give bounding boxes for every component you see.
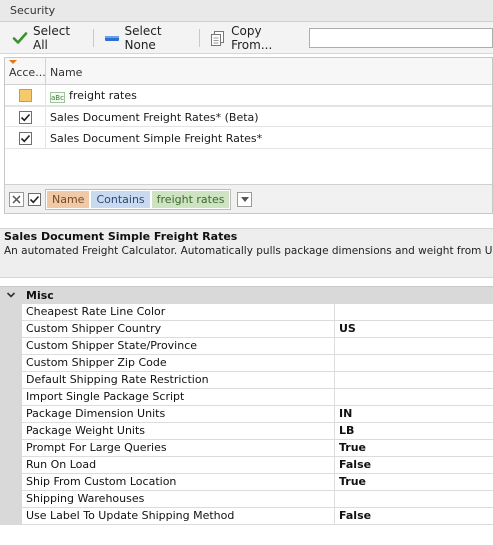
toolbar-separator [92, 28, 94, 47]
grid-header: Acce... Name [5, 58, 492, 85]
filter-expression[interactable]: Name Contains freight rates [45, 188, 232, 210]
description-panel: Sales Document Simple Freight Rates An a… [0, 228, 493, 278]
filter-cell-access[interactable] [5, 85, 46, 105]
copy-from-button[interactable]: Copy From... [206, 23, 303, 52]
property-row[interactable]: Ship From Custom Location True [22, 474, 493, 491]
text-filter-icon: aBc [50, 92, 65, 103]
description-title: Sales Document Simple Freight Rates [4, 230, 238, 243]
property-value[interactable]: True [339, 474, 366, 490]
clear-filter-button[interactable] [9, 191, 24, 207]
property-row[interactable]: Package Weight Units LB [22, 423, 493, 440]
property-value[interactable]: False [339, 508, 371, 524]
security-search-input[interactable] [308, 27, 493, 48]
row-name: Sales Document Simple Freight Rates* [50, 132, 263, 145]
property-grid-gutter [0, 304, 22, 525]
property-name: Run On Load [22, 457, 335, 473]
filter-operator-chip[interactable]: Contains [91, 190, 150, 208]
toolbar-separator [199, 28, 201, 47]
filter-checkbox[interactable] [19, 89, 32, 102]
security-toolbar: Select All Select None Copy From... [0, 22, 493, 54]
property-name: Ship From Custom Location [22, 474, 335, 490]
filter-value-chip[interactable]: freight rates [151, 190, 230, 208]
property-value[interactable]: False [339, 457, 371, 473]
security-grid: Acce... Name aBc freight rates Sales Docu… [4, 57, 493, 214]
column-header-access[interactable]: Acce... [5, 58, 46, 85]
property-grid: Misc Cheapest Rate Line Color Custom Shi… [0, 286, 493, 525]
access-cell [5, 128, 46, 148]
auto-filter-row: aBc freight rates [5, 85, 492, 106]
chevron-down-icon[interactable] [6, 290, 16, 300]
access-cell [5, 107, 46, 126]
access-checkbox[interactable] [19, 132, 32, 145]
select-none-button[interactable]: Select None [100, 23, 194, 52]
description-text: An automated Freight Calculator. Automat… [4, 245, 493, 257]
table-row[interactable]: Sales Document Freight Rates* (Beta) [5, 106, 492, 127]
property-row[interactable]: Shipping Warehouses [22, 491, 493, 508]
chevron-down-icon [240, 196, 249, 202]
property-row[interactable]: Custom Shipper Country US [22, 321, 493, 338]
filter-field-chip[interactable]: Name [47, 190, 90, 208]
property-name: Default Shipping Rate Restriction [22, 372, 335, 388]
property-name: Custom Shipper Zip Code [22, 355, 335, 371]
copy-icon [210, 30, 226, 46]
check-icon [12, 30, 28, 46]
property-name: Import Single Package Script [22, 389, 335, 405]
property-name: Custom Shipper State/Province [22, 338, 335, 354]
filter-mru-dropdown[interactable] [237, 191, 253, 207]
property-name: Use Label To Update Shipping Method [22, 508, 335, 524]
property-name: Package Dimension Units [22, 406, 335, 422]
property-row[interactable]: Cheapest Rate Line Color [22, 304, 493, 321]
column-header-name-label: Name [50, 66, 83, 79]
deselect-icon [104, 30, 120, 46]
filter-panel: Name Contains freight rates [5, 184, 492, 213]
property-name: Prompt For Large Queries [22, 440, 335, 456]
property-value[interactable]: LB [339, 423, 354, 439]
copy-from-label: Copy From... [231, 23, 273, 52]
property-value[interactable]: True [339, 440, 366, 456]
security-group-title: Security [10, 4, 56, 17]
column-header-name[interactable]: Name [47, 58, 82, 85]
select-all-button[interactable]: Select All [8, 23, 87, 52]
access-checkbox[interactable] [19, 111, 32, 124]
property-row[interactable]: Use Label To Update Shipping Method False [22, 508, 493, 525]
select-all-label: Select All [33, 23, 71, 52]
property-row[interactable]: Default Shipping Rate Restriction [22, 372, 493, 389]
property-row[interactable]: Custom Shipper Zip Code [22, 355, 493, 372]
property-name: Custom Shipper Country [22, 321, 335, 337]
category-misc[interactable]: Misc [0, 287, 493, 304]
enable-filter-checkbox[interactable] [28, 192, 41, 206]
property-row[interactable]: Run On Load False [22, 457, 493, 474]
property-value[interactable]: US [339, 321, 356, 337]
row-name: Sales Document Freight Rates* (Beta) [50, 111, 259, 124]
property-row[interactable]: Prompt For Large Queries True [22, 440, 493, 457]
property-row[interactable]: Package Dimension Units IN [22, 406, 493, 423]
table-row[interactable]: Sales Document Simple Freight Rates* [5, 128, 492, 149]
filter-indicator-icon [9, 60, 17, 64]
property-value[interactable]: IN [339, 406, 352, 422]
property-name: Cheapest Rate Line Color [22, 304, 335, 320]
property-row[interactable]: Custom Shipper State/Province [22, 338, 493, 355]
property-name: Shipping Warehouses [22, 491, 335, 507]
filter-cell-name[interactable]: aBc freight rates [50, 85, 137, 106]
column-header-access-label: Acce... [9, 66, 46, 79]
filter-cell-value: freight rates [69, 89, 137, 102]
property-row[interactable]: Import Single Package Script [22, 389, 493, 406]
select-none-label: Select None [124, 23, 162, 52]
property-name: Package Weight Units [22, 423, 335, 439]
category-label: Misc [26, 289, 54, 302]
close-icon [12, 194, 21, 204]
security-group-header: Security [0, 0, 493, 22]
